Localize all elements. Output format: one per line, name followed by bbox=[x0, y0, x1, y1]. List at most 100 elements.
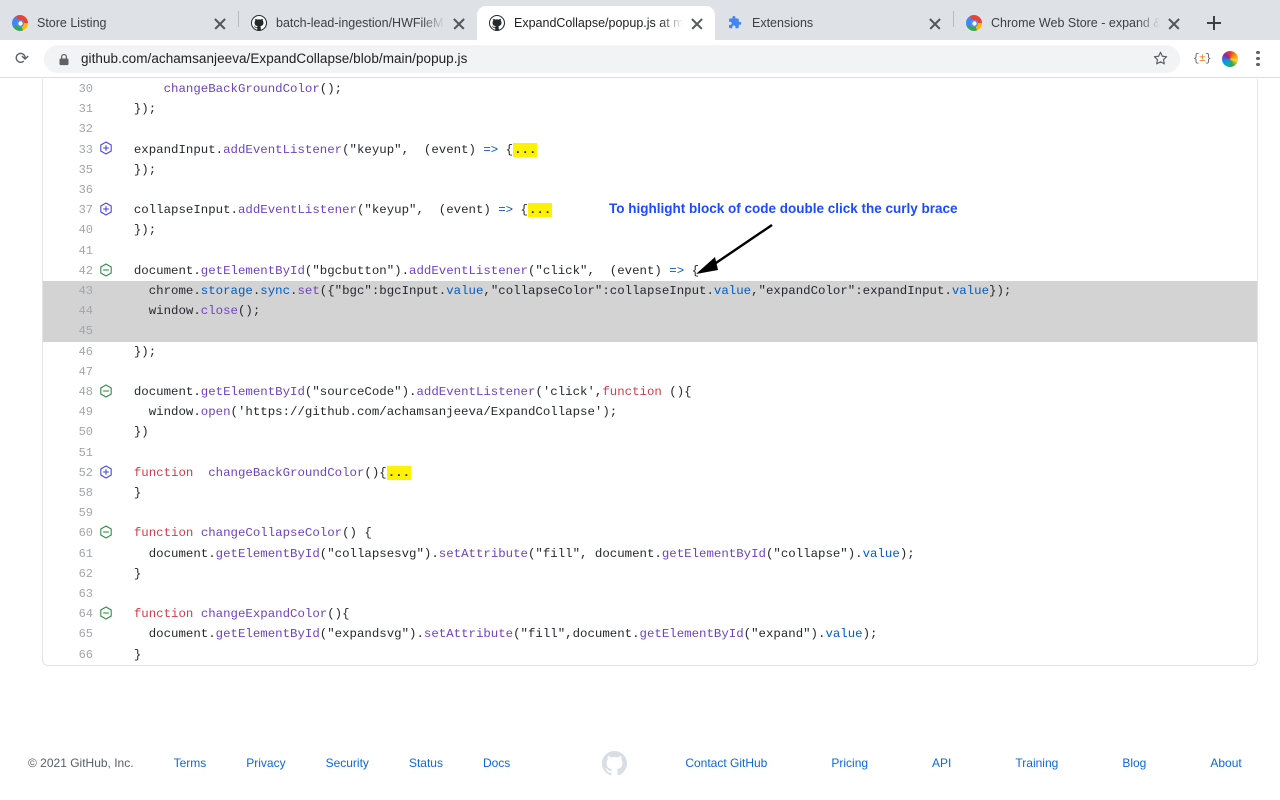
code-text[interactable]: document.getElementById("collapsesvg").s… bbox=[119, 544, 1257, 564]
line-number[interactable]: 50 bbox=[43, 422, 93, 442]
code-text[interactable]: chrome.storage.sync.set({"bgc":bgcInput.… bbox=[119, 281, 1257, 302]
footer-link[interactable]: Terms bbox=[174, 756, 207, 770]
line-number[interactable]: 36 bbox=[43, 180, 93, 200]
code-text[interactable]: function changeBackGroundColor(){... bbox=[119, 463, 1257, 483]
line-number[interactable]: 32 bbox=[43, 119, 93, 139]
code-text[interactable] bbox=[119, 321, 1257, 342]
reload-icon[interactable]: ⟳ bbox=[8, 45, 36, 73]
browser-tab[interactable]: Chrome Web Store - expand & bbox=[954, 6, 1192, 40]
code-text[interactable] bbox=[119, 443, 1257, 463]
footer-link[interactable]: About bbox=[1210, 756, 1241, 770]
extension-json-icon[interactable]: {±} bbox=[1188, 45, 1216, 73]
code-token: changeExpandColor bbox=[200, 607, 328, 622]
line-number[interactable]: 42 bbox=[43, 261, 93, 281]
footer-link[interactable]: Training bbox=[1015, 756, 1058, 770]
line-number[interactable]: 35 bbox=[43, 160, 93, 180]
line-number[interactable]: 59 bbox=[43, 503, 93, 523]
line-number[interactable]: 65 bbox=[43, 624, 93, 644]
code-text[interactable]: } bbox=[119, 483, 1257, 503]
folded-code-indicator[interactable]: ... bbox=[386, 465, 412, 480]
footer-link[interactable]: Blog bbox=[1122, 756, 1146, 770]
line-number[interactable]: 45 bbox=[43, 321, 93, 342]
footer-link[interactable]: Docs bbox=[483, 756, 510, 770]
code-token: (){ bbox=[327, 607, 350, 622]
line-number[interactable]: 51 bbox=[43, 443, 93, 463]
line-number[interactable]: 37 bbox=[43, 200, 93, 220]
new-tab-button[interactable] bbox=[1200, 9, 1228, 37]
tab-close-icon[interactable] bbox=[927, 15, 943, 31]
line-number[interactable]: 46 bbox=[43, 342, 93, 362]
code-fold-gutter bbox=[93, 220, 119, 240]
browser-tab[interactable]: batch-lead-ingestion/HWFileM bbox=[239, 6, 477, 40]
line-number[interactable]: 49 bbox=[43, 402, 93, 422]
code-text[interactable]: } bbox=[119, 564, 1257, 584]
code-text[interactable]: }) bbox=[119, 422, 1257, 442]
code-text[interactable]: window.close(); bbox=[119, 301, 1257, 322]
tab-close-icon[interactable] bbox=[212, 15, 228, 31]
line-number[interactable]: 30 bbox=[43, 79, 93, 99]
line-number[interactable]: 52 bbox=[43, 463, 93, 483]
code-text[interactable]: document.getElementById("sourceCode").ad… bbox=[119, 382, 1257, 402]
code-text[interactable]: changeBackGroundColor(); bbox=[119, 79, 1257, 99]
footer-link[interactable]: API bbox=[932, 756, 951, 770]
folded-code-indicator[interactable]: ... bbox=[513, 142, 538, 157]
code-text[interactable]: function changeExpandColor(){ bbox=[119, 604, 1257, 624]
line-number[interactable]: 62 bbox=[43, 564, 93, 584]
code-text[interactable]: expandInput.addEventListener("keyup", (e… bbox=[119, 140, 1257, 160]
line-number[interactable]: 64 bbox=[43, 604, 93, 624]
code-fold-collapse-icon[interactable] bbox=[93, 604, 119, 624]
code-line: 31 }); bbox=[43, 99, 1257, 119]
footer-link[interactable]: Contact GitHub bbox=[685, 756, 767, 770]
code-fold-expand-icon[interactable] bbox=[93, 200, 119, 220]
line-number[interactable]: 41 bbox=[43, 241, 93, 261]
line-number[interactable]: 43 bbox=[43, 281, 93, 302]
line-number[interactable]: 66 bbox=[43, 645, 93, 665]
code-text[interactable]: }); bbox=[119, 160, 1257, 180]
chrome-menu-icon[interactable] bbox=[1244, 45, 1272, 73]
code-text[interactable] bbox=[119, 180, 1257, 200]
tab-close-icon[interactable] bbox=[689, 15, 705, 31]
tab-close-icon[interactable] bbox=[451, 15, 467, 31]
bookmark-star-icon[interactable] bbox=[1146, 45, 1174, 73]
code-text[interactable] bbox=[119, 503, 1257, 523]
code-fold-expand-icon[interactable] bbox=[93, 140, 119, 160]
code-text[interactable]: window.open('https://github.com/achamsan… bbox=[119, 402, 1257, 422]
code-text[interactable]: }); bbox=[119, 99, 1257, 119]
browser-tab-active[interactable]: ExpandCollapse/popup.js at m bbox=[477, 6, 715, 40]
footer-link[interactable]: Pricing bbox=[831, 756, 868, 770]
code-text[interactable] bbox=[119, 584, 1257, 604]
footer-right-links: Contact GitHub Pricing API Training Blog Abou… bbox=[685, 756, 1241, 770]
code-text[interactable] bbox=[119, 119, 1257, 139]
code-fold-gutter bbox=[93, 443, 119, 463]
tab-close-icon[interactable] bbox=[1166, 15, 1182, 31]
line-number[interactable]: 31 bbox=[43, 99, 93, 119]
browser-tab[interactable]: Store Listing bbox=[0, 6, 238, 40]
code-fold-collapse-icon[interactable] bbox=[93, 382, 119, 402]
code-fold-collapse-icon[interactable] bbox=[93, 261, 119, 281]
folded-code-indicator[interactable]: ... bbox=[528, 203, 553, 218]
footer-link[interactable]: Status bbox=[409, 756, 443, 770]
line-number[interactable]: 48 bbox=[43, 382, 93, 402]
footer-link[interactable]: Privacy bbox=[246, 756, 285, 770]
code-fold-expand-icon[interactable] bbox=[93, 463, 119, 483]
code-fold-gutter bbox=[93, 301, 119, 322]
extension-colorwheel-icon[interactable] bbox=[1216, 45, 1244, 73]
line-number[interactable]: 40 bbox=[43, 220, 93, 240]
line-number[interactable]: 47 bbox=[43, 362, 93, 382]
line-number[interactable]: 33 bbox=[43, 140, 93, 160]
line-number[interactable]: 58 bbox=[43, 483, 93, 503]
code-fold-collapse-icon[interactable] bbox=[93, 523, 119, 543]
footer-link[interactable]: Security bbox=[326, 756, 369, 770]
code-text[interactable]: function changeCollapseColor() { bbox=[119, 523, 1257, 543]
address-bar[interactable]: github.com/achamsanjeeva/ExpandCollapse/… bbox=[44, 44, 1180, 73]
code-text[interactable]: document.getElementById("expandsvg").set… bbox=[119, 624, 1257, 644]
code-text[interactable]: } bbox=[119, 645, 1257, 665]
browser-tab[interactable]: Extensions bbox=[715, 6, 953, 40]
line-number[interactable]: 60 bbox=[43, 523, 93, 543]
code-text[interactable] bbox=[119, 362, 1257, 382]
line-number[interactable]: 61 bbox=[43, 544, 93, 564]
code-text[interactable]: }); bbox=[119, 342, 1257, 362]
line-number[interactable]: 63 bbox=[43, 584, 93, 604]
line-number[interactable]: 44 bbox=[43, 301, 93, 322]
